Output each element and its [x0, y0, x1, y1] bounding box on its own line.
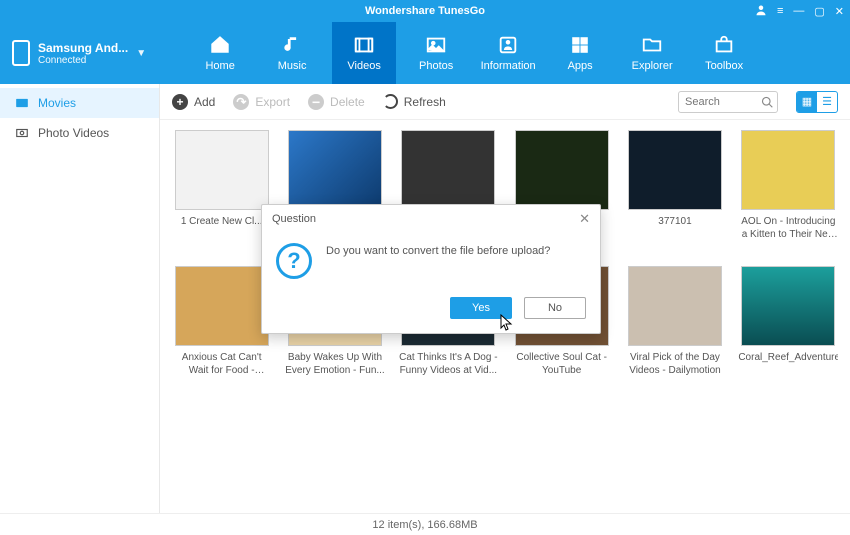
refresh-label: Refresh: [404, 95, 446, 109]
nav-home[interactable]: Home: [188, 22, 252, 84]
thumbnail: [175, 130, 269, 210]
video-caption: Coral_Reef_Adventure_720: [738, 352, 838, 365]
nav-toolbox[interactable]: Toolbox: [692, 22, 756, 84]
add-label: Add: [194, 95, 215, 109]
video-caption: Baby Wakes Up With Every Emotion - Fun..…: [285, 352, 385, 377]
search-input[interactable]: [685, 96, 761, 108]
nav-photos[interactable]: Photos: [404, 22, 468, 84]
video-caption: Viral Pick of the Day Videos - Dailymoti…: [625, 352, 725, 377]
video-caption: AOL On - Introducing a Kitten to Their N…: [738, 216, 838, 241]
view-toggle: ▦ ☰: [796, 91, 838, 113]
question-icon: ?: [276, 243, 312, 279]
nav-label: Videos: [347, 60, 380, 72]
video-caption: Anxious Cat Can't Wait for Food - Jokero…: [172, 352, 272, 377]
question-dialog: Question ✕ ? Do you want to convert the …: [261, 204, 601, 334]
close-icon[interactable]: ✕: [835, 5, 844, 18]
minimize-icon[interactable]: —: [793, 5, 804, 17]
maximize-icon[interactable]: ▢: [814, 5, 824, 18]
thumbnail: [741, 130, 835, 210]
export-icon: ↷: [233, 94, 249, 110]
search-icon: [761, 95, 773, 109]
titlebar: Wondershare TunesGo ≡ — ▢ ✕: [0, 0, 850, 22]
nav-label: Music: [278, 60, 307, 72]
dialog-close-icon[interactable]: ✕: [579, 211, 590, 227]
thumbnail: [175, 266, 269, 346]
nav-apps[interactable]: Apps: [548, 22, 612, 84]
device-status: Connected: [38, 55, 128, 66]
thumbnail: [288, 130, 382, 210]
sidebar: Movies Photo Videos: [0, 84, 160, 513]
video-item[interactable]: AOL On - Introducing a Kitten to Their N…: [737, 130, 840, 260]
delete-label: Delete: [330, 95, 365, 109]
nav-label: Home: [205, 60, 234, 72]
app-title: Wondershare TunesGo: [365, 5, 485, 17]
nav-label: Apps: [568, 60, 593, 72]
thumbnail: [401, 130, 495, 210]
export-label: Export: [255, 95, 290, 109]
sidebar-label: Movies: [38, 96, 76, 110]
video-caption: Collective Soul Cat - YouTube: [512, 352, 612, 377]
dialog-message: Do you want to convert the file before u…: [326, 243, 550, 279]
device-name: Samsung And...: [38, 41, 128, 55]
video-caption: 377101: [658, 216, 691, 229]
nav-label: Explorer: [632, 60, 673, 72]
dialog-title: Question: [272, 213, 316, 225]
no-button[interactable]: No: [524, 297, 586, 319]
thumbnail: [628, 266, 722, 346]
window-controls: ≡ — ▢ ✕: [755, 0, 844, 22]
thumbnail: [628, 130, 722, 210]
sidebar-item-movies[interactable]: Movies: [0, 88, 159, 118]
status-text: 12 item(s), 166.68MB: [372, 519, 477, 531]
refresh-icon: [383, 94, 398, 109]
yes-label: Yes: [472, 302, 490, 314]
add-button[interactable]: + Add: [172, 94, 215, 110]
grid-view-icon[interactable]: ▦: [797, 92, 817, 112]
sidebar-label: Photo Videos: [38, 126, 109, 140]
video-caption: Cat Thinks It's A Dog - Funny Videos at …: [398, 352, 498, 377]
yes-button[interactable]: Yes: [450, 297, 512, 319]
no-label: No: [548, 302, 562, 314]
dialog-titlebar: Question ✕: [262, 205, 600, 233]
video-caption: 1 Create New Cl...: [181, 216, 263, 229]
topbar: Samsung And... Connected ▼ Home Music Vi…: [0, 22, 850, 84]
list-view-icon[interactable]: ☰: [817, 92, 837, 112]
plus-icon: +: [172, 94, 188, 110]
nav-label: Toolbox: [705, 60, 743, 72]
video-item[interactable]: Coral_Reef_Adventure_720: [737, 266, 840, 396]
video-item[interactable]: 1 Create New Cl...: [170, 130, 273, 260]
user-icon[interactable]: [755, 4, 767, 19]
minus-icon: −: [308, 94, 324, 110]
chevron-down-icon: ▼: [136, 48, 146, 59]
nav-music[interactable]: Music: [260, 22, 324, 84]
menu-icon[interactable]: ≡: [777, 5, 783, 17]
video-item[interactable]: Viral Pick of the Day Videos - Dailymoti…: [623, 266, 726, 396]
delete-button[interactable]: − Delete: [308, 94, 365, 110]
nav-label: Information: [481, 60, 536, 72]
nav-explorer[interactable]: Explorer: [620, 22, 684, 84]
thumbnail: [741, 266, 835, 346]
status-bar: 12 item(s), 166.68MB: [0, 513, 850, 535]
nav-information[interactable]: Information: [476, 22, 540, 84]
main-nav: Home Music Videos Photos Information App…: [188, 22, 756, 84]
sidebar-item-photo-videos[interactable]: Photo Videos: [0, 118, 159, 148]
device-selector[interactable]: Samsung And... Connected ▼: [0, 40, 158, 66]
thumbnail: [515, 130, 609, 210]
refresh-button[interactable]: Refresh: [383, 94, 446, 109]
search-box[interactable]: [678, 91, 778, 113]
video-item[interactable]: Anxious Cat Can't Wait for Food - Jokero…: [170, 266, 273, 396]
toolbar: + Add ↷ Export − Delete Refresh ▦: [160, 84, 850, 120]
export-button[interactable]: ↷ Export: [233, 94, 290, 110]
nav-label: Photos: [419, 60, 453, 72]
nav-videos[interactable]: Videos: [332, 22, 396, 84]
video-item[interactable]: 377101: [623, 130, 726, 260]
phone-icon: [12, 40, 30, 66]
